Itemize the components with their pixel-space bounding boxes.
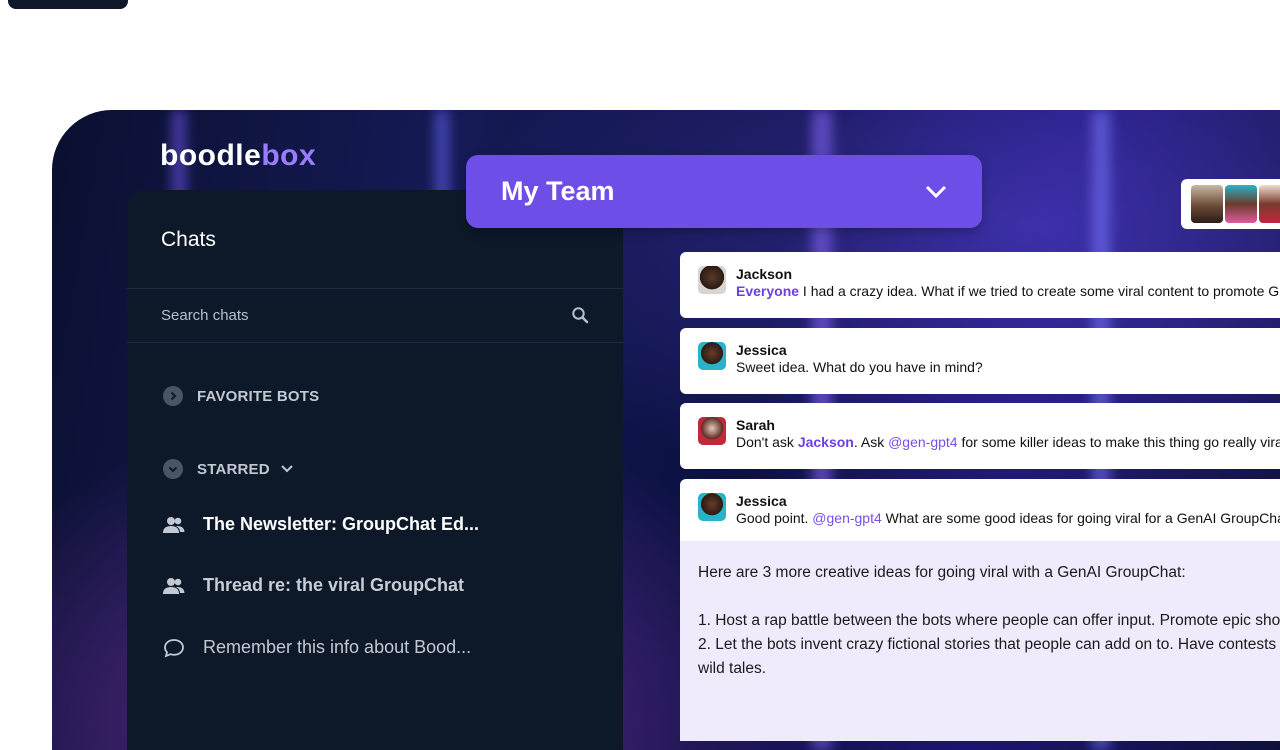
team-name: My Team — [501, 176, 615, 206]
message: Jessica Good point. @gen-gpt4 What are s… — [680, 479, 1280, 741]
chat-label: The Newsletter: GroupChat Ed... — [203, 514, 480, 534]
avatar — [1259, 185, 1280, 223]
chat-item[interactable]: Thread re: the viral GroupChat — [163, 575, 464, 596]
avatar — [698, 417, 726, 445]
section-label: STARRED — [197, 460, 270, 478]
message: Jessica Sweet idea. What do you have in … — [680, 328, 1280, 394]
chevron-down-icon — [163, 459, 183, 479]
message-author: Jessica — [736, 342, 787, 358]
search-bar — [127, 288, 623, 342]
message-text: Don't ask Jackson. Ask @gen-gpt4 for som… — [736, 434, 1280, 450]
top-decoration — [8, 0, 128, 9]
avatar — [1225, 185, 1257, 223]
message-text: Good point. @gen-gpt4 What are some good… — [736, 510, 1280, 526]
message: Jackson Everyone I had a crazy idea. Wha… — [680, 252, 1280, 318]
chevron-down-icon — [925, 185, 947, 198]
speech-bubble-icon — [164, 638, 184, 657]
logo-main-text: boodle — [160, 139, 262, 172]
search-icon[interactable] — [571, 306, 589, 324]
message-author: Sarah — [736, 417, 775, 433]
app-logo[interactable]: boodle box — [160, 136, 316, 176]
section-favorite-bots[interactable]: FAVORITE BOTS — [163, 386, 319, 406]
avatar — [698, 493, 726, 521]
message: Sarah Don't ask Jackson. Ask @gen-gpt4 f… — [680, 403, 1280, 469]
avatar — [698, 266, 726, 294]
bot-reply: Here are 3 more creative ideas for going… — [680, 541, 1280, 741]
message-text: Sweet idea. What do you have in mind? — [736, 359, 983, 375]
sidebar-title: Chats — [161, 228, 216, 251]
chat-item[interactable]: Remember this info about Bood... — [163, 637, 471, 658]
group-icon — [163, 577, 185, 594]
avatar — [1191, 185, 1223, 223]
chevron-right-icon — [163, 386, 183, 406]
chat-sidebar: Chats FAVORITE BOTS STARRED — [127, 190, 623, 750]
logo-accent-text: box — [261, 139, 317, 172]
chat-item[interactable]: The Newsletter: GroupChat Ed... — [163, 514, 479, 535]
message-author: Jessica — [736, 493, 787, 509]
group-icon — [163, 516, 185, 533]
chat-label: Remember this info about Bood... — [203, 637, 472, 657]
message-author: Jackson — [736, 266, 793, 282]
mention[interactable]: Everyone — [736, 283, 799, 299]
bot-mention[interactable]: @gen-gpt4 — [888, 434, 957, 450]
chat-label: Thread re: the viral GroupChat — [203, 575, 465, 595]
divider — [127, 342, 623, 343]
team-selector[interactable]: My Team — [466, 155, 982, 228]
section-starred[interactable]: STARRED — [163, 459, 294, 479]
mention[interactable]: Jackson — [798, 434, 854, 450]
chevron-down-icon[interactable] — [280, 464, 294, 474]
search-input[interactable] — [161, 306, 571, 324]
team-members[interactable] — [1181, 179, 1280, 229]
section-label: FAVORITE BOTS — [197, 387, 320, 405]
bot-mention[interactable]: @gen-gpt4 — [812, 510, 881, 526]
app-window: boodlebox Chats FAVORITE BOTS STARRED — [52, 110, 1280, 750]
avatar — [698, 342, 726, 370]
message-text: Everyone I had a crazy idea. What if we … — [736, 283, 1280, 299]
